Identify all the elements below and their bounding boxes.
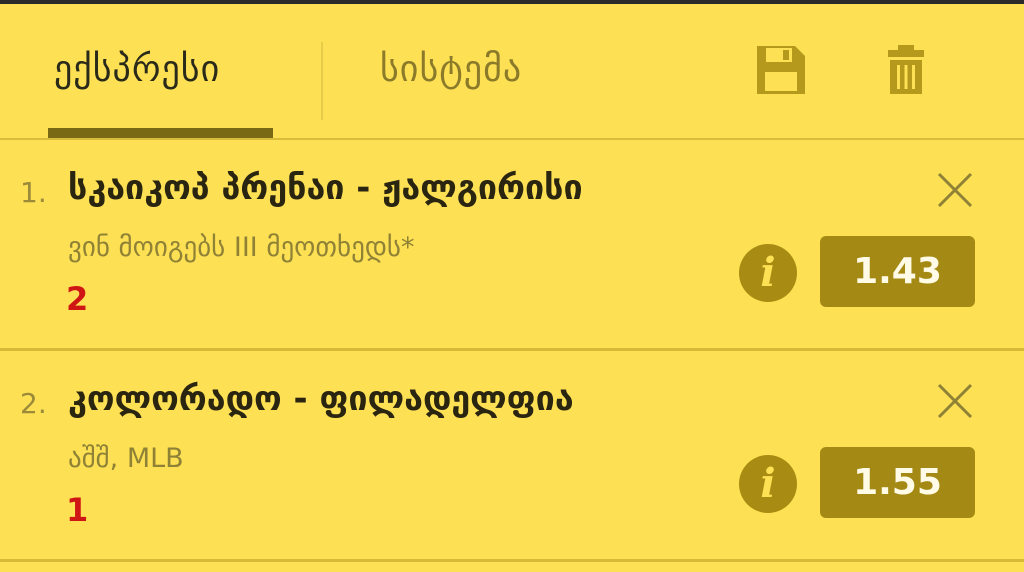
selected-outcome: 1 bbox=[66, 491, 89, 529]
betslip-tabs: ექსპრესი სისტემა bbox=[0, 4, 1024, 140]
bet-index: 2. bbox=[20, 387, 47, 420]
tab-express[interactable]: ექსპრესი bbox=[54, 42, 220, 98]
odds-button[interactable]: 1.43 bbox=[820, 236, 975, 307]
active-tab-indicator bbox=[48, 128, 273, 138]
save-icon[interactable] bbox=[755, 44, 807, 100]
info-icon[interactable]: i bbox=[739, 455, 797, 513]
bet-item: 2. კოლორადო - ფილადელფია აშშ, MLB 1 i 1.… bbox=[0, 351, 1024, 562]
info-icon[interactable]: i bbox=[739, 244, 797, 302]
bet-item: 1. სკაიკოპ პრენაი - ჟალგირისი ვინ მოიგებ… bbox=[0, 140, 1024, 351]
close-icon[interactable] bbox=[935, 170, 975, 210]
market-name: ვინ მოიგებს III მეოთხედს* bbox=[68, 232, 415, 263]
bet-index: 1. bbox=[20, 176, 47, 209]
match-title: კოლორადო - ფილადელფია bbox=[68, 379, 574, 419]
trash-icon[interactable] bbox=[884, 44, 928, 100]
market-name: აშშ, MLB bbox=[68, 443, 184, 474]
tab-divider bbox=[321, 42, 323, 120]
odds-button[interactable]: 1.55 bbox=[820, 447, 975, 518]
match-title: სკაიკოპ პრენაი - ჟალგირისი bbox=[68, 168, 583, 208]
selected-outcome: 2 bbox=[66, 280, 89, 318]
tab-system[interactable]: სისტემა bbox=[380, 42, 522, 98]
close-icon[interactable] bbox=[935, 381, 975, 421]
